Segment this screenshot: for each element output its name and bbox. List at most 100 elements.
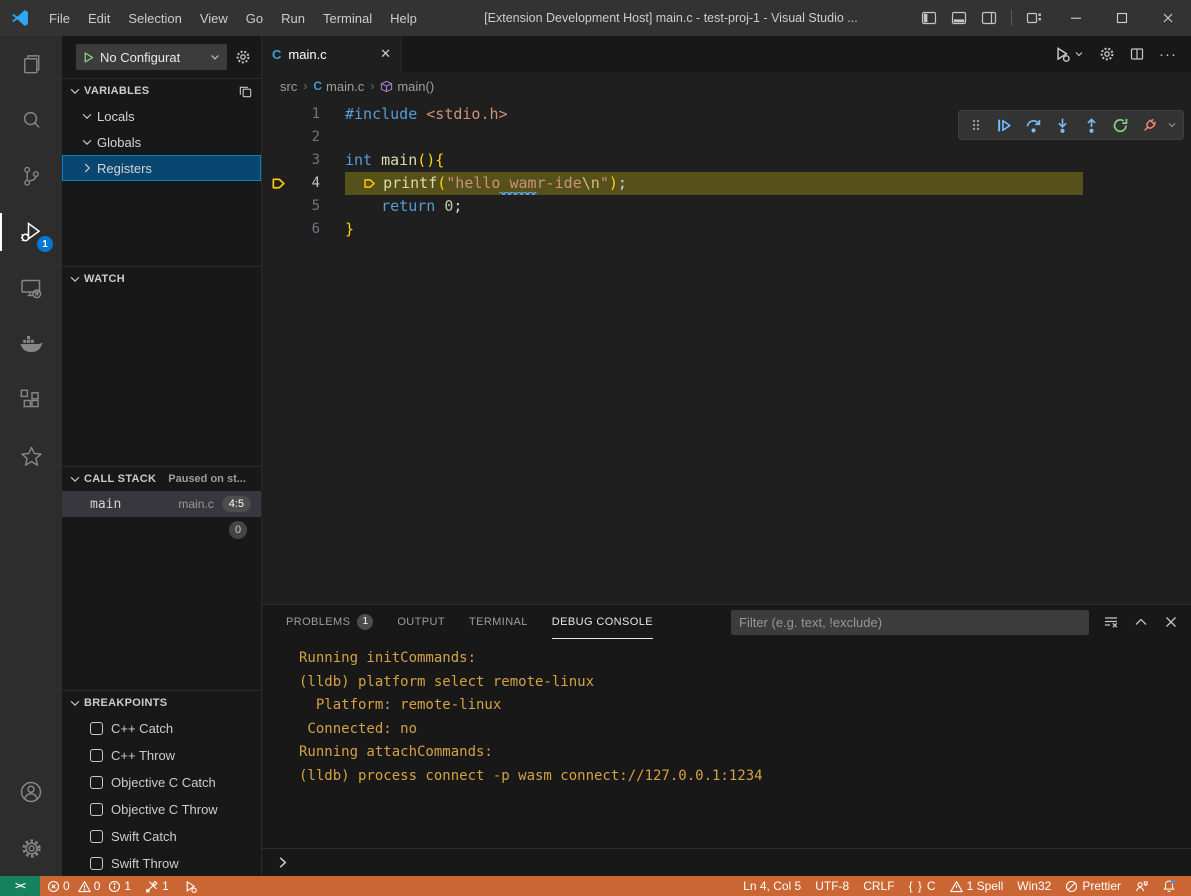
code-line-3[interactable]: 3int main(){ — [262, 149, 1191, 172]
menu-go[interactable]: Go — [237, 0, 272, 36]
step-into-button[interactable] — [1051, 113, 1075, 137]
layout-sidebar-left-icon[interactable] — [916, 5, 942, 31]
layout-panel-icon[interactable] — [946, 5, 972, 31]
source-control-icon[interactable] — [0, 148, 62, 204]
spell-checker-status[interactable]: 1 Spell — [943, 876, 1011, 896]
breadcrumb-symbol[interactable]: main() — [397, 79, 434, 94]
code-line-4[interactable]: 4 printf("hello wamr-ide\n"); — [262, 172, 1191, 195]
debug-settings-gear-icon[interactable] — [235, 49, 251, 65]
code-line-5[interactable]: 5 return 0; — [262, 195, 1191, 218]
menu-selection[interactable]: Selection — [119, 0, 190, 36]
debug-status[interactable] — [176, 876, 205, 896]
language-mode[interactable]: { } C — [902, 876, 943, 896]
platform-indicator[interactable]: Win32 — [1010, 876, 1058, 896]
menu-view[interactable]: View — [191, 0, 237, 36]
chevron-down-icon[interactable] — [1166, 119, 1178, 131]
menu-terminal[interactable]: Terminal — [314, 0, 381, 36]
variables-scope-globals[interactable]: Globals — [62, 129, 261, 155]
console-filter-input[interactable] — [731, 610, 1089, 635]
problems-status[interactable]: 0 0 1 — [40, 879, 138, 893]
breadcrumb[interactable]: src › C main.c › main() — [262, 72, 1191, 100]
panel-tab-debug-console[interactable]: DEBUG CONSOLE — [552, 605, 653, 639]
maximize-button[interactable] — [1099, 0, 1145, 36]
variables-scope-registers[interactable]: Registers — [62, 155, 261, 181]
eol-indicator[interactable]: CRLF — [856, 876, 901, 896]
breakpoint-row[interactable]: C++ Catch — [62, 715, 261, 742]
remote-explorer-icon[interactable] — [0, 260, 62, 316]
breakpoint-checkbox[interactable] — [90, 830, 103, 843]
variables-scope-locals[interactable]: Locals — [62, 103, 261, 129]
breakpoint-row[interactable]: Objective C Catch — [62, 769, 261, 796]
breadcrumb-folder[interactable]: src — [280, 79, 297, 94]
notifications-bell[interactable] — [1155, 876, 1183, 896]
more-actions-icon[interactable]: ··· — [1159, 46, 1177, 63]
step-out-button[interactable] — [1079, 113, 1103, 137]
feedback-status[interactable] — [1128, 876, 1155, 896]
breakpoint-checkbox[interactable] — [90, 749, 103, 762]
extensions-icon[interactable] — [0, 372, 62, 428]
run-and-debug-icon[interactable]: 1 — [0, 204, 62, 260]
layout-sidebar-right-icon[interactable] — [976, 5, 1002, 31]
code-line-6[interactable]: 6} — [262, 218, 1191, 241]
call-stack-header[interactable]: CALL STACK Paused on st... — [62, 467, 261, 491]
tab-main-c[interactable]: C main.c ✕ — [262, 36, 402, 72]
breakpoints-header[interactable]: BREAKPOINTS — [62, 691, 261, 715]
menu-edit[interactable]: Edit — [79, 0, 119, 36]
watch-header[interactable]: WATCH — [62, 267, 261, 291]
breakpoint-checkbox[interactable] — [90, 803, 103, 816]
close-panel-icon[interactable] — [1163, 614, 1179, 630]
variables-header[interactable]: VARIABLES — [62, 79, 261, 103]
breakpoint-checkbox[interactable] — [90, 722, 103, 735]
disconnect-button[interactable] — [1137, 113, 1161, 137]
breakpoint-checkbox[interactable] — [90, 776, 103, 789]
console-line: Running initCommands: — [299, 647, 1191, 671]
split-editor-icon[interactable] — [1129, 46, 1145, 62]
panel-tab-terminal[interactable]: TERMINAL — [469, 605, 528, 639]
restart-button[interactable] — [1108, 113, 1132, 137]
clear-console-icon[interactable] — [1103, 614, 1119, 630]
account-icon[interactable] — [0, 764, 62, 820]
cursor-position[interactable]: Ln 4, Col 5 — [736, 876, 808, 896]
minimize-button[interactable] — [1053, 0, 1099, 36]
debug-config-dropdown[interactable]: No Configurat — [76, 44, 227, 70]
breakpoint-row[interactable]: Swift Throw — [62, 850, 261, 876]
panel-tab-problems[interactable]: PROBLEMS1 — [286, 605, 373, 639]
debug-toolbar — [958, 110, 1184, 140]
close-button[interactable] — [1145, 0, 1191, 36]
settings-gear-icon[interactable] — [0, 820, 62, 876]
stack-frame-row[interactable]: main main.c 4:5 — [62, 491, 261, 517]
breakpoint-row[interactable]: C++ Throw — [62, 742, 261, 769]
breadcrumb-file[interactable]: main.c — [326, 79, 364, 94]
breakpoint-checkbox[interactable] — [90, 857, 103, 870]
start-debug-icon[interactable] — [82, 51, 95, 64]
tab-close-icon[interactable]: ✕ — [380, 46, 391, 62]
window-title: [Extension Development Host] main.c - te… — [426, 0, 916, 36]
docker-icon[interactable] — [0, 316, 62, 372]
maximize-panel-icon[interactable] — [1133, 614, 1149, 630]
menu-file[interactable]: File — [40, 0, 79, 36]
gripper-icon[interactable] — [964, 113, 988, 137]
breakpoint-row[interactable]: Objective C Throw — [62, 796, 261, 823]
search-icon[interactable] — [0, 92, 62, 148]
debug-console-output[interactable]: Running initCommands:(lldb) platform sel… — [262, 639, 1191, 848]
remote-indicator[interactable]: >< — [0, 876, 40, 896]
tools-status[interactable]: 1 — [138, 876, 176, 896]
chevron-down-icon — [1073, 48, 1085, 60]
continue-button[interactable] — [993, 113, 1017, 137]
gear-icon[interactable] — [1099, 46, 1115, 62]
customize-layout-icon[interactable] — [1021, 5, 1047, 31]
encoding-indicator[interactable]: UTF-8 — [808, 876, 856, 896]
breakpoint-row[interactable]: Swift Catch — [62, 823, 261, 850]
debug-console-input[interactable] — [262, 848, 1191, 876]
code-editor[interactable]: 1#include <stdio.h>23int main(){4 printf… — [262, 100, 1191, 604]
chevron-down-icon — [68, 472, 82, 486]
prettier-status[interactable]: Prettier — [1058, 876, 1128, 896]
menu-help[interactable]: Help — [381, 0, 426, 36]
copy-icon[interactable] — [238, 84, 253, 99]
menu-run[interactable]: Run — [272, 0, 314, 36]
run-or-debug-button[interactable] — [1053, 45, 1085, 63]
panel-tab-output[interactable]: OUTPUT — [397, 605, 445, 639]
step-over-button[interactable] — [1022, 113, 1046, 137]
star-icon[interactable] — [0, 428, 62, 484]
explorer-icon[interactable] — [0, 36, 62, 92]
